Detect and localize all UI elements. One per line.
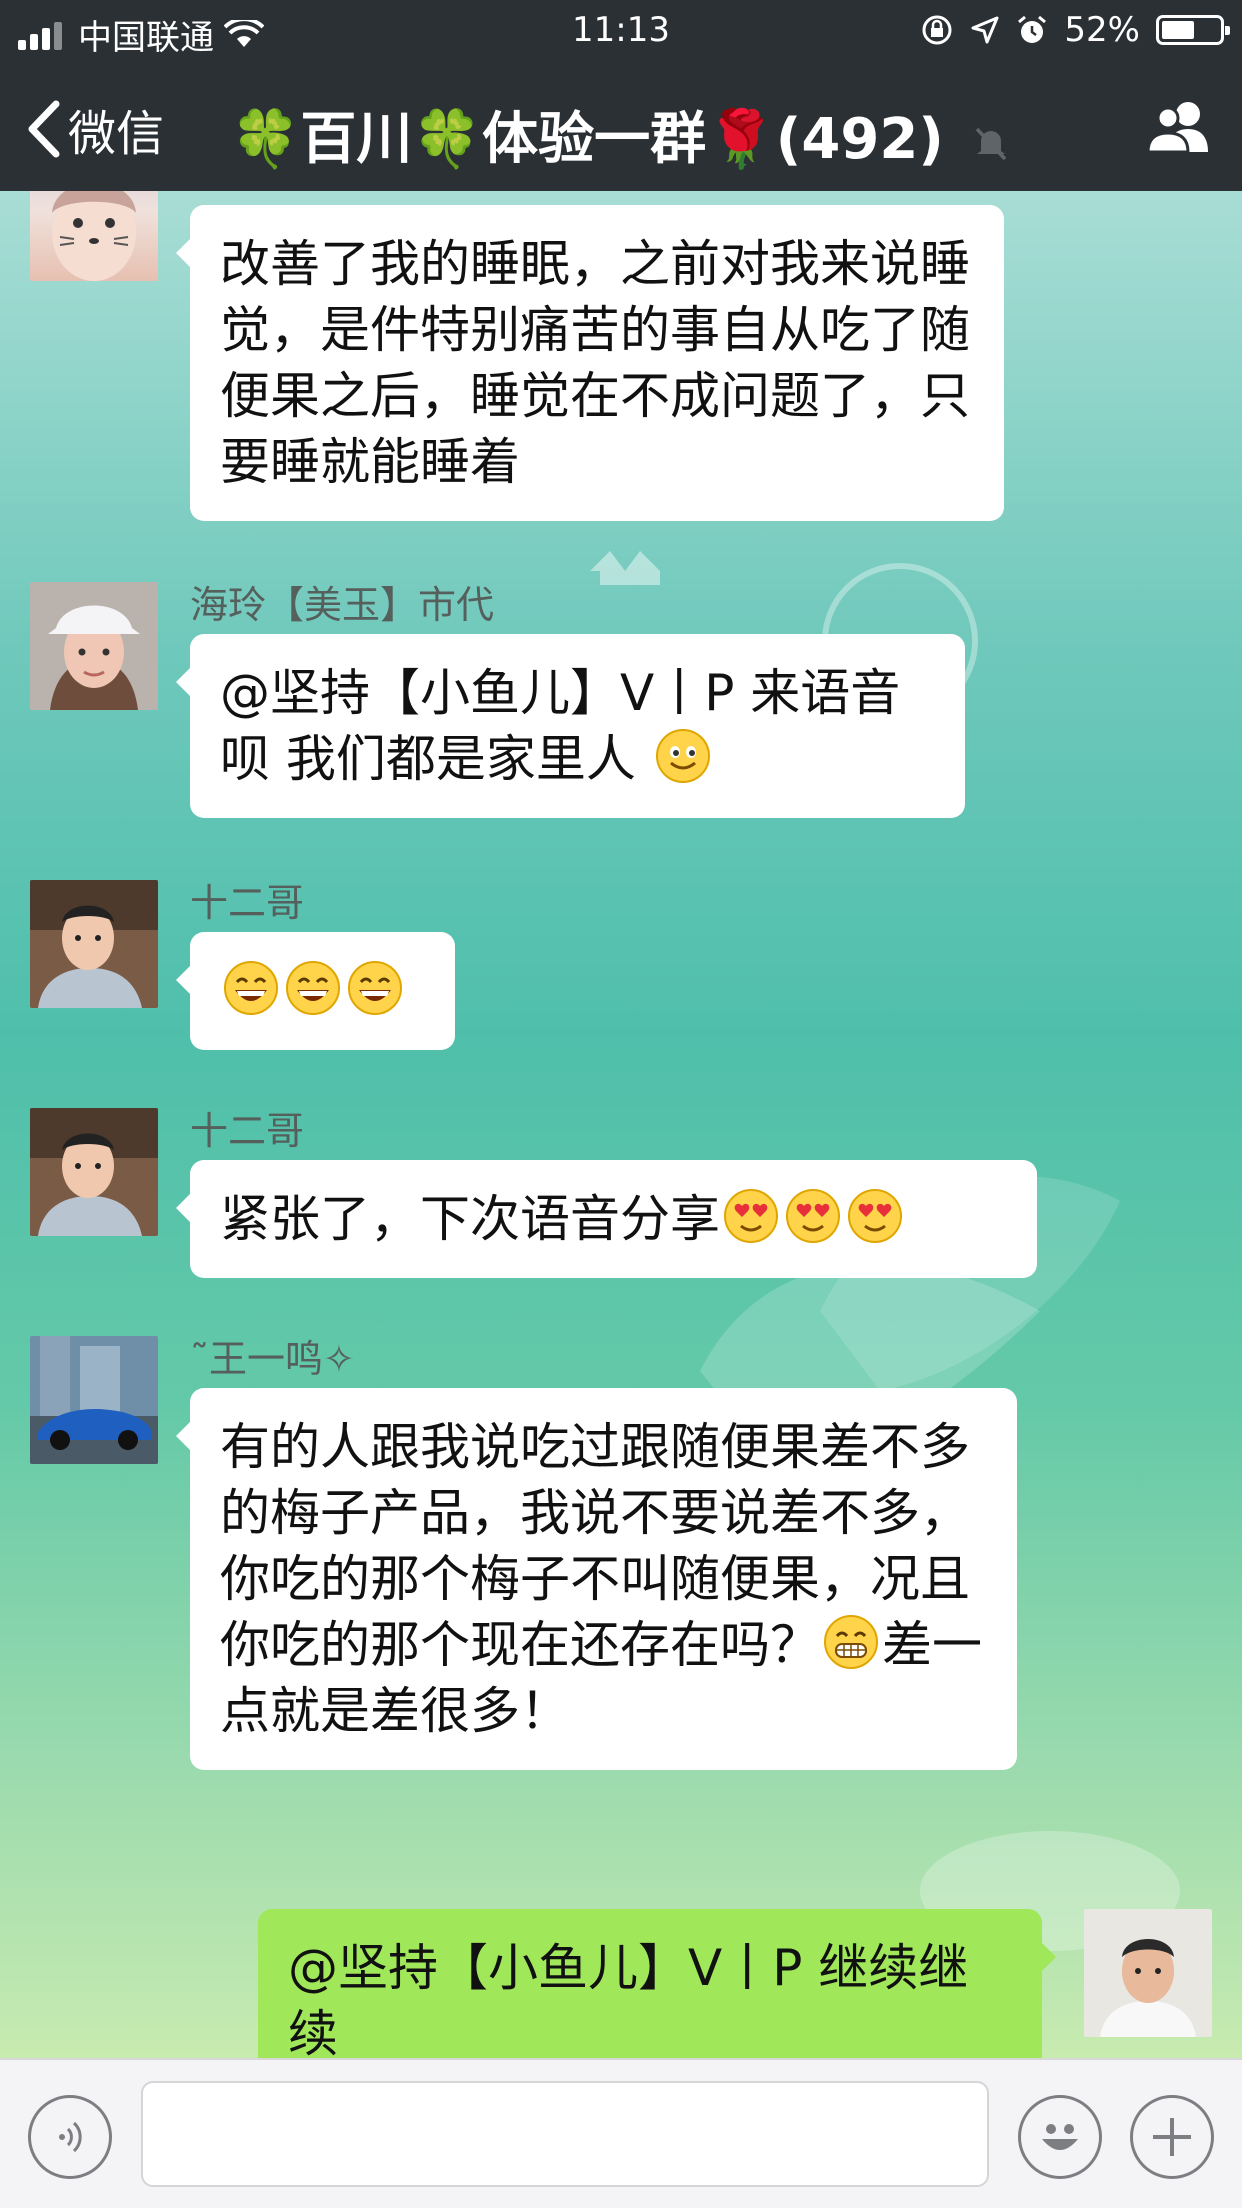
message-bubble[interactable]: 改善了我的睡眠，之前对我来说睡觉，是件特别痛苦的事自从吃了随便果之后，睡觉在不成… [176,205,1004,521]
sender-name-text: 王一鸣 [209,1337,324,1381]
avatar[interactable] [30,1336,158,1464]
message-bubble[interactable] [176,932,455,1050]
sender-deco-right: ✧ [323,1337,355,1381]
heart-eyes-emoji-icon [724,1189,778,1243]
emoji-button[interactable] [1018,2095,1102,2179]
chat-area[interactable]: 改善了我的睡眠，之前对我来说睡觉，是件特别痛苦的事自从吃了随便果之后，睡觉在不成… [0,191,1242,2058]
message-text: 紧张了，下次语音分享 [220,1190,720,1248]
message-text: @坚持【小鱼儿】V丨P 继续继续 [288,1939,969,2058]
sender-name: 海玲【美玉】市代 [190,583,495,627]
voice-icon [59,2121,82,2153]
more-options-button[interactable] [1130,2095,1214,2179]
chat-title: 🍀百川🍀体验一群🌹(492) [0,94,1242,175]
grin-emoji-icon [348,961,402,1015]
message-bubble[interactable]: @坚持【小鱼儿】V丨P 继续继续 [258,1909,1056,2058]
alarm-icon [1018,15,1047,43]
mute-bell-icon [976,127,1007,161]
message-text: @坚持【小鱼儿】V丨P 来语音呗 我们都是家里人 [220,664,901,788]
grin-emoji-icon [286,961,340,1015]
sender-name: 十二哥 [190,1109,305,1153]
plus-icon [1153,2118,1191,2156]
battery-icon [1156,15,1230,45]
status-right: 52% [920,10,1230,50]
heart-eyes-emoji-icon [848,1189,902,1243]
avatar[interactable] [30,1108,158,1236]
message-bubble[interactable]: @坚持【小鱼儿】V丨P 来语音呗 我们都是家里人 [176,634,965,818]
sender-name: 十二哥 [190,881,305,925]
blue-car-avatar-icon [30,1336,158,1464]
smile-emoji-icon [655,729,710,783]
avatar[interactable] [30,880,158,1008]
cartoon-face-avatar-icon [52,191,136,281]
heart-eyes-emoji-icon [786,1189,840,1243]
avatar[interactable] [30,582,158,710]
nav-bar: 微信 🍀百川🍀体验一群🌹(492) [0,64,1242,191]
input-bar [0,2058,1242,2208]
battery-percent: 52% [1064,10,1140,50]
woman-white-cap-avatar-icon [30,582,158,710]
grin-emoji-icon [224,961,278,1015]
message-text: 改善了我的睡眠，之前对我来说睡觉，是件特别痛苦的事自从吃了随便果之后，睡觉在不成… [220,235,970,491]
group-members-icon[interactable] [1142,98,1216,154]
grimace-emoji-icon [824,1615,878,1669]
avatar[interactable] [1084,1909,1212,2037]
voice-input-button[interactable] [28,2095,112,2179]
man-photo-avatar-icon [30,1108,158,1236]
avatar[interactable] [30,191,158,281]
message-input[interactable] [141,2081,989,2187]
chat-title-text: 🍀百川🍀体验一群🌹(492) [230,107,944,172]
young-man-avatar-icon [1084,1909,1212,2037]
status-bar: 中国联通 11:13 52% [0,0,1242,64]
sender-name: ˜王一鸣✧ [190,1328,355,1383]
rotation-lock-icon [922,15,952,45]
sender-deco-left: ˜ [190,1337,209,1381]
smiley-icon [1042,2124,1078,2150]
man-photo-avatar-icon [30,880,158,1008]
message-bubble[interactable]: 有的人跟我说吃过跟随便果差不多的梅子产品，我说不要说差不多，你吃的那个梅子不叫随… [176,1388,1017,1770]
location-icon [971,16,999,44]
message-bubble[interactable]: 紧张了，下次语音分享 [176,1160,1037,1278]
